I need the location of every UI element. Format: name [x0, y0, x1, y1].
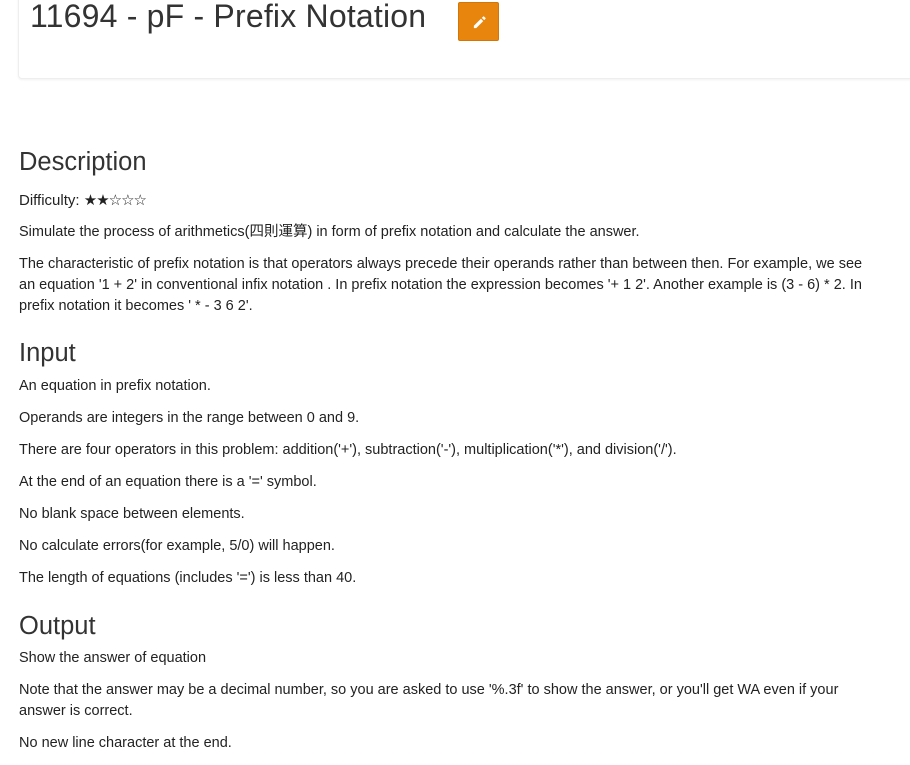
input-paragraph: The length of equations (includes '=') i…: [19, 570, 357, 586]
pencil-icon: [473, 16, 486, 29]
description-paragraph: The characteristic of prefix notation is…: [19, 256, 863, 314]
input-section: Input An equation in prefix notation. Op…: [19, 337, 879, 589]
input-heading: Input: [19, 339, 76, 367]
input-paragraph: An equation in prefix notation.: [19, 378, 211, 394]
output-body: Show the answer of equation Note that th…: [19, 648, 879, 754]
input-paragraph: No blank space between elements.: [19, 506, 245, 522]
problem-content: Description Difficulty: ★★☆☆☆ Simulate t…: [19, 146, 879, 765]
output-heading: Output: [19, 612, 96, 640]
difficulty-label: Difficulty:: [19, 192, 80, 209]
output-paragraph: Show the answer of equation: [19, 650, 207, 666]
description-heading: Description: [19, 148, 147, 176]
page-title: 11694 - pF - Prefix Notation: [30, 0, 427, 34]
input-body: An equation in prefix notation. Operands…: [19, 376, 879, 589]
difficulty-rating: Difficulty: ★★☆☆☆: [19, 190, 879, 211]
input-paragraph: No calculate errors(for example, 5/0) wi…: [19, 538, 335, 554]
output-section: Output Show the answer of equation Note …: [19, 610, 879, 754]
problem-header-panel: 11694 - pF - Prefix Notation: [18, 0, 910, 79]
difficulty-stars: ★★☆☆☆: [83, 191, 147, 209]
description-paragraph: Simulate the process of arithmetics(四則運算…: [19, 224, 640, 240]
input-paragraph: There are four operators in this problem…: [19, 442, 677, 458]
edit-button[interactable]: [458, 2, 499, 41]
input-paragraph: Operands are integers in the range betwe…: [19, 410, 360, 426]
input-paragraph: At the end of an equation there is a '='…: [19, 474, 317, 490]
output-paragraph: Note that the answer may be a decimal nu…: [19, 682, 839, 719]
output-paragraph: No new line character at the end.: [19, 735, 232, 751]
description-section: Description Difficulty: ★★☆☆☆ Simulate t…: [19, 146, 879, 317]
